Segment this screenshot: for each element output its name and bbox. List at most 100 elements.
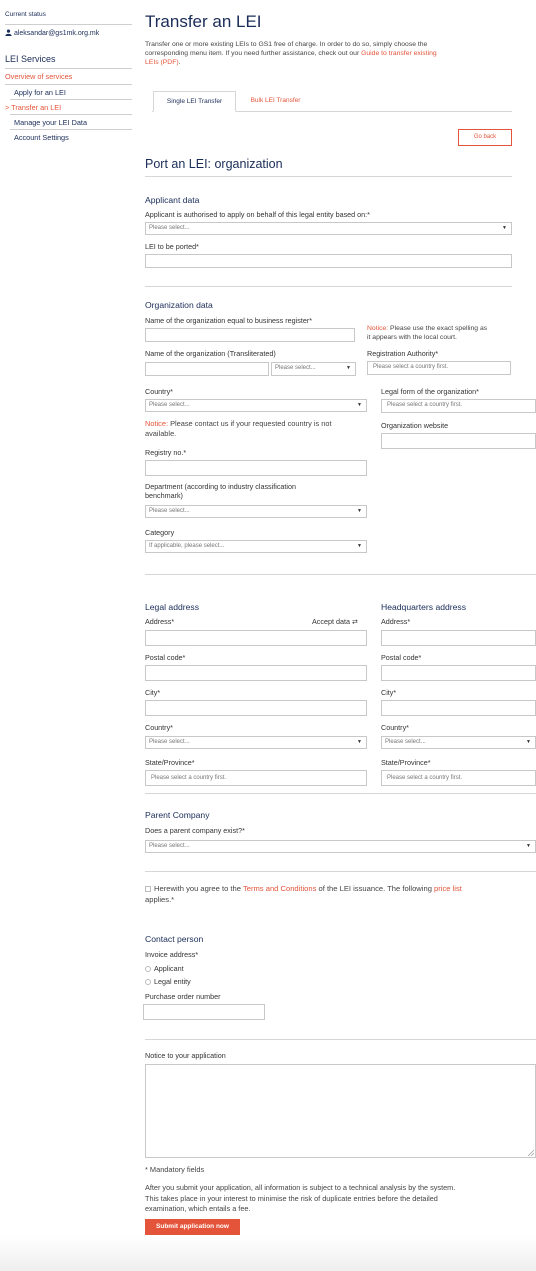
chevron-down-icon: ▼ (526, 843, 531, 849)
organization-title: Organization data (145, 300, 213, 310)
chevron-right-icon: > (5, 103, 10, 112)
notice-app-textarea[interactable] (145, 1064, 536, 1158)
info-line: examination, which entails a fee. (145, 1204, 251, 1214)
legal-country-select[interactable]: Please select... ▼ (145, 736, 367, 749)
legal-postal-label: Postal code* (145, 653, 186, 662)
sidebar-item-manage[interactable]: Manage your LEI Data (14, 118, 136, 127)
chevron-down-icon: ▼ (357, 739, 362, 745)
user-row[interactable]: aleksandar@gs1mk.org.mk (5, 29, 99, 37)
notice-text: Please contact us if your requested coun… (168, 419, 332, 428)
legal-address-input[interactable] (145, 630, 367, 646)
country-select[interactable]: Please select... ▼ (145, 399, 367, 412)
divider (10, 114, 132, 115)
reg-authority-select[interactable]: Please select a country first. (367, 361, 511, 375)
legal-city-label: City* (145, 688, 161, 697)
website-input[interactable] (381, 433, 536, 449)
hq-country-select[interactable]: Please select... ▼ (381, 736, 536, 749)
contact-title: Contact person (145, 934, 204, 944)
form-title: Port an LEI: organization (145, 157, 283, 171)
country-label: Country* (145, 387, 173, 396)
hq-postal-label: Postal code* (381, 653, 422, 662)
chevron-down-icon: ▼ (357, 543, 362, 549)
translit-input[interactable] (145, 362, 269, 376)
org-name-label: Name of the organization equal to busine… (145, 316, 313, 325)
basis-select[interactable]: Please select... ▼ (145, 222, 512, 235)
resize-handle-icon[interactable] (528, 1150, 534, 1156)
legal-form-select[interactable]: Please select a country first. (381, 399, 536, 413)
sidebar-item-overview[interactable]: Overview of services (5, 72, 127, 81)
notice-text: it appears with the local court. (367, 334, 457, 342)
legal-state-select[interactable]: Please select a country first. (145, 770, 367, 786)
terms-checkbox[interactable] (145, 886, 151, 892)
legal-country-value: Please select... (149, 739, 190, 745)
submit-button[interactable]: Submit application now (145, 1219, 240, 1235)
org-name-input[interactable] (145, 328, 355, 342)
chevron-down-icon: ▼ (346, 365, 351, 371)
terms-link[interactable]: Terms and Conditions (243, 884, 316, 893)
sidebar-item-transfer[interactable]: > Transfer an LEI (5, 103, 127, 112)
po-label: Purchase order number (145, 992, 221, 1001)
tab-single-transfer[interactable]: Single LEI Transfer (153, 91, 236, 112)
price-list-link[interactable]: price list (434, 884, 462, 893)
sidebar-item-account[interactable]: Account Settings (14, 133, 136, 142)
registry-input[interactable] (145, 460, 367, 476)
hq-state-label: State/Province* (381, 758, 431, 767)
radio-button[interactable] (145, 966, 151, 973)
dept-select[interactable]: Please select... ▼ (145, 505, 367, 518)
guide-link[interactable]: Guide to transfer existing (361, 50, 437, 57)
intro-line: corresponding menu item. If you need fur… (145, 50, 362, 58)
sidebar-item-apply[interactable]: Apply for an LEI (14, 88, 136, 97)
notice-text: available. (145, 428, 177, 438)
radio-label: Legal entity (154, 977, 191, 986)
applicant-title: Applicant data (145, 195, 200, 205)
guide-link-cont[interactable]: LEIs (PDF) (145, 59, 179, 66)
divider (5, 68, 132, 69)
intro-end: . (178, 59, 181, 67)
hq-city-input[interactable] (381, 700, 536, 716)
po-input[interactable] (143, 1004, 265, 1020)
translit-language-select[interactable]: Please select... ▼ (271, 362, 356, 376)
hq-country-label: Country* (381, 723, 409, 732)
intro-text: Transfer one or more existing LEIs to GS… (145, 40, 525, 68)
accept-data-link[interactable]: Accept data ⇄ (312, 617, 358, 626)
invoice-option-legal-entity[interactable]: Legal entity (145, 977, 191, 986)
divider (145, 1039, 536, 1040)
user-icon (5, 29, 12, 36)
tab-bulk-transfer[interactable]: Bulk LEI Transfer (238, 91, 313, 111)
intro-line: Transfer one or more existing LEIs to GS… (145, 41, 428, 48)
hq-postal-input[interactable] (381, 665, 536, 681)
category-select-value: If applicable, please select... (149, 543, 225, 549)
sidebar-item-label: Transfer an LEI (11, 103, 62, 112)
parent-select-value: Please select... (149, 843, 190, 849)
legal-country-label: Country* (145, 723, 173, 732)
country-select-value: Please select... (149, 402, 190, 408)
divider (10, 99, 132, 100)
parent-select[interactable]: Please select... ▼ (145, 840, 536, 853)
invoice-option-applicant[interactable]: Applicant (145, 964, 184, 973)
submit-info: After you submit your application, all i… (145, 1183, 536, 1215)
divider (5, 84, 132, 85)
parent-title: Parent Company (145, 810, 210, 820)
notice-app-label: Notice to your application (145, 1051, 226, 1060)
legal-city-input[interactable] (145, 700, 367, 716)
current-status-label: Current status (5, 11, 46, 18)
legal-postal-input[interactable] (145, 665, 367, 681)
hq-city-label: City* (381, 688, 397, 697)
hq-address-input[interactable] (381, 630, 536, 646)
country-notice: Notice: Please contact us if your reques… (145, 419, 375, 439)
lei-input[interactable] (145, 254, 512, 268)
hq-address-label: Address* (381, 617, 411, 626)
radio-button[interactable] (145, 979, 151, 986)
reg-authority-label: Registration Authority* (367, 349, 439, 358)
divider (145, 176, 512, 177)
invoice-label: Invoice address* (145, 950, 199, 959)
registry-label: Registry no.* (145, 448, 187, 457)
mandatory-note: * Mandatory fields (145, 1165, 205, 1174)
dept-label-line: Department (according to industry classi… (145, 482, 297, 491)
category-select[interactable]: If applicable, please select... ▼ (145, 540, 367, 553)
go-back-button[interactable]: Go back (458, 129, 512, 146)
hq-state-select[interactable]: Please select a country first. (381, 770, 536, 786)
spelling-notice: Notice: Please use the exact spelling as… (367, 324, 536, 342)
chevron-down-icon: ▼ (357, 402, 362, 408)
divider (145, 793, 536, 794)
